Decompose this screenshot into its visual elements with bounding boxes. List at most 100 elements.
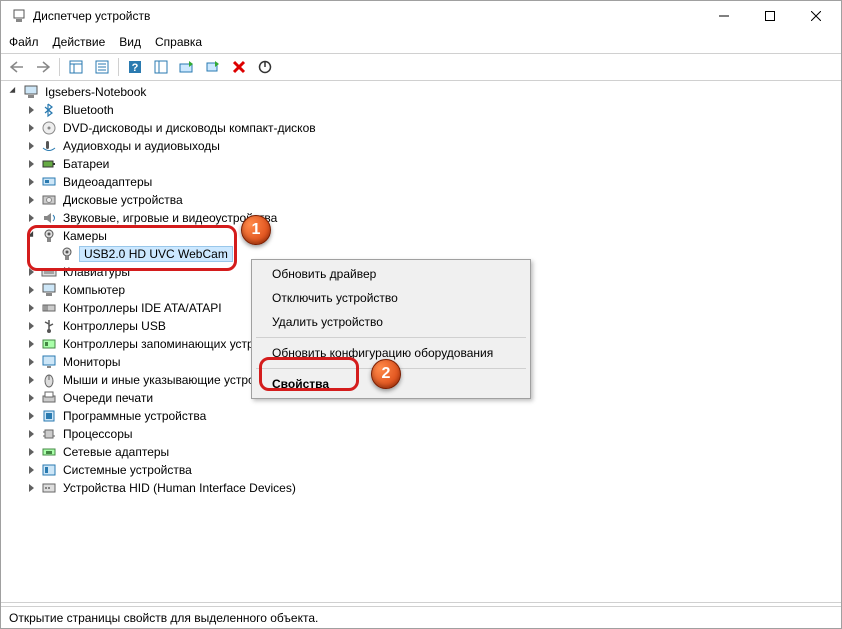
network-adapter-icon	[41, 444, 57, 460]
expand-icon[interactable]	[25, 410, 37, 422]
software-device-icon	[41, 408, 57, 424]
mouse-icon	[41, 372, 57, 388]
category-cpu[interactable]: Процессоры	[23, 425, 837, 443]
node-label: Bluetooth	[61, 103, 116, 117]
close-button[interactable]	[793, 1, 839, 31]
expand-icon[interactable]	[25, 158, 37, 170]
statusbar: Открытие страницы свойств для выделенног…	[1, 606, 841, 628]
menu-help[interactable]: Справка	[155, 35, 202, 49]
expand-icon[interactable]	[25, 482, 37, 494]
ctx-update-driver[interactable]: Обновить драйвер	[254, 262, 528, 286]
device-manager-window: Диспетчер устройств Файл Действие Вид Сп…	[0, 0, 842, 629]
print-queue-icon	[41, 390, 57, 406]
storage-controller-icon	[41, 336, 57, 352]
menu-view[interactable]: Вид	[119, 35, 141, 49]
display-adapter-icon	[41, 174, 57, 190]
node-label: Клавиатуры	[61, 265, 132, 279]
disk-drive-icon	[41, 192, 57, 208]
category-netadapt[interactable]: Сетевые адаптеры	[23, 443, 837, 461]
enable-button[interactable]	[253, 56, 277, 78]
expand-icon[interactable]	[25, 374, 37, 386]
menu-file[interactable]: Файл	[9, 35, 39, 49]
minimize-button[interactable]	[701, 1, 747, 31]
node-label: Контроллеры USB	[61, 319, 168, 333]
category-software[interactable]: Программные устройства	[23, 407, 837, 425]
app-icon	[11, 8, 27, 24]
expand-icon[interactable]	[25, 320, 37, 332]
forward-button[interactable]	[31, 56, 55, 78]
sound-icon	[41, 210, 57, 226]
ctx-disable-device[interactable]: Отключить устройство	[254, 286, 528, 310]
node-label: Камеры	[61, 229, 109, 243]
expand-icon[interactable]	[25, 176, 37, 188]
node-label: Компьютер	[61, 283, 127, 297]
root-node[interactable]: Igsebers-Notebook	[5, 83, 837, 101]
toolbar-separator	[118, 58, 119, 76]
expand-icon[interactable]	[25, 194, 37, 206]
expand-icon[interactable]	[25, 104, 37, 116]
help-button[interactable]: ?	[123, 56, 147, 78]
computer-icon	[23, 84, 39, 100]
category-system[interactable]: Системные устройства	[23, 461, 837, 479]
category-hid[interactable]: Устройства HID (Human Interface Devices)	[23, 479, 837, 497]
category-display[interactable]: Видеоадаптеры	[23, 173, 837, 191]
properties-button[interactable]	[90, 56, 114, 78]
ctx-uninstall-device[interactable]: Удалить устройство	[254, 310, 528, 334]
expand-icon[interactable]	[7, 86, 19, 98]
category-audio[interactable]: Аудиовходы и аудиовыходы	[23, 137, 837, 155]
expand-icon[interactable]	[25, 140, 37, 152]
camera-icon	[59, 246, 75, 262]
keyboard-icon	[41, 264, 57, 280]
annotation-badge-2: 2	[371, 359, 401, 389]
category-dvd[interactable]: DVD-дисководы и дисководы компакт-дисков	[23, 119, 837, 137]
node-label: Аудиовходы и аудиовыходы	[61, 139, 222, 153]
expand-icon[interactable]	[25, 446, 37, 458]
node-label: Процессоры	[61, 427, 135, 441]
category-soundvideo[interactable]: Звуковые, игровые и видеоустройства	[23, 209, 837, 227]
node-label: Контроллеры IDE ATA/ATAPI	[61, 301, 224, 315]
system-device-icon	[41, 462, 57, 478]
expand-icon[interactable]	[25, 392, 37, 404]
expand-icon[interactable]	[25, 284, 37, 296]
processor-icon	[41, 426, 57, 442]
category-bluetooth[interactable]: Bluetooth	[23, 101, 837, 119]
expand-icon[interactable]	[25, 464, 37, 476]
node-label: Программные устройства	[61, 409, 208, 423]
monitor-icon	[41, 354, 57, 370]
expand-icon[interactable]	[25, 356, 37, 368]
node-label: Сетевые адаптеры	[61, 445, 171, 459]
expand-icon[interactable]	[25, 230, 37, 242]
category-disk[interactable]: Дисковые устройства	[23, 191, 837, 209]
show-hide-tree-button[interactable]	[64, 56, 88, 78]
expand-icon[interactable]	[25, 122, 37, 134]
node-label: Системные устройства	[61, 463, 194, 477]
menu-action[interactable]: Действие	[53, 35, 106, 49]
hid-icon	[41, 480, 57, 496]
expand-icon[interactable]	[25, 302, 37, 314]
category-cameras[interactable]: Камеры	[23, 227, 837, 245]
node-label: Батареи	[61, 157, 111, 171]
toolbar-separator	[59, 58, 60, 76]
back-button[interactable]	[5, 56, 29, 78]
expand-icon[interactable]	[25, 428, 37, 440]
disc-icon	[41, 120, 57, 136]
expand-icon[interactable]	[25, 212, 37, 224]
menubar: Файл Действие Вид Справка	[1, 31, 841, 53]
category-batteries[interactable]: Батареи	[23, 155, 837, 173]
update-driver-button[interactable]	[175, 56, 199, 78]
titlebar: Диспетчер устройств	[1, 1, 841, 31]
expand-icon[interactable]	[25, 338, 37, 350]
expand-icon[interactable]	[25, 266, 37, 278]
camera-icon	[41, 228, 57, 244]
battery-icon	[41, 156, 57, 172]
status-text: Открытие страницы свойств для выделенног…	[9, 611, 318, 625]
action-button[interactable]	[149, 56, 173, 78]
scan-hardware-button[interactable]	[201, 56, 225, 78]
svg-text:?: ?	[132, 62, 139, 74]
ctx-separator	[256, 337, 526, 338]
uninstall-button[interactable]	[227, 56, 251, 78]
annotation-badge-1: 1	[241, 215, 271, 245]
node-label: Видеоадаптеры	[61, 175, 154, 189]
usb-icon	[41, 318, 57, 334]
maximize-button[interactable]	[747, 1, 793, 31]
